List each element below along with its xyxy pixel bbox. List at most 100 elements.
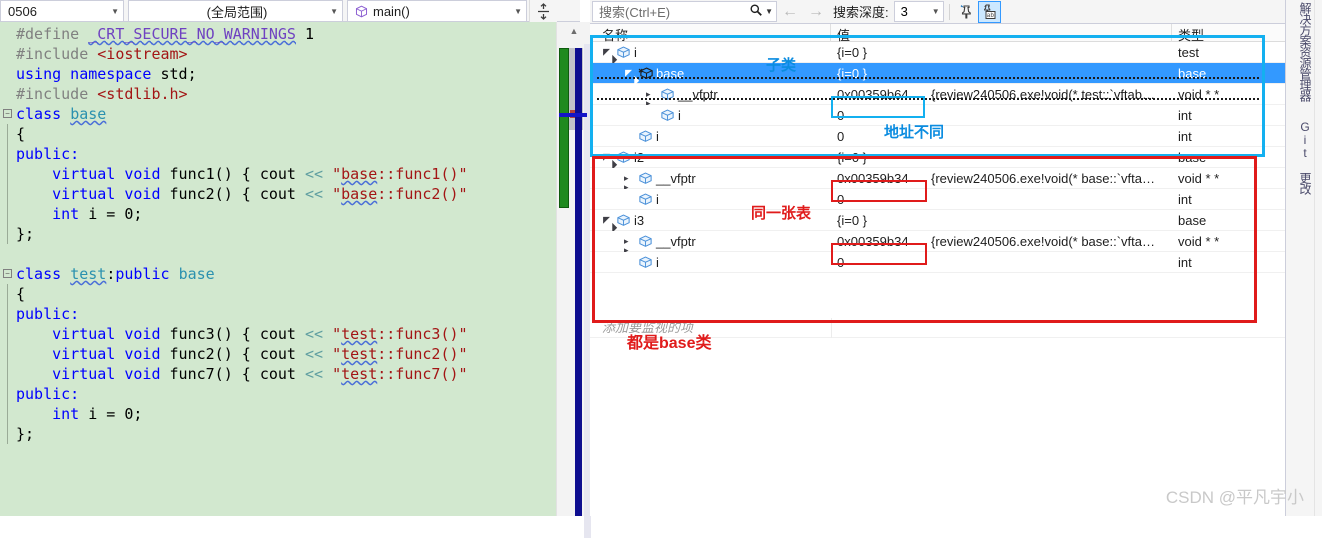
code-line: virtual void func2() { cout << "base::fu… [2, 184, 556, 204]
code-token: cout [259, 345, 305, 363]
watch-row-value-cell[interactable]: {i=0 } [831, 63, 1171, 84]
split-window-icon[interactable] [529, 0, 557, 22]
expander-expanded-icon[interactable]: ◢ [600, 214, 618, 231]
code-token: _CRT_SECURE_NO_WARNINGS [88, 25, 296, 43]
table-row[interactable]: ▸ __vfptr 0x00359b34 {review240506.exe!void… [590, 168, 1285, 189]
file-selector-combo[interactable]: 0506 ▼ [0, 0, 124, 22]
code-token: class [16, 265, 71, 283]
watch-row-value-cell[interactable]: 0x00359b64 {review240506.exe!void(* test:… [831, 84, 1171, 105]
chevron-down-icon: ▼ [514, 6, 522, 16]
search-next-button[interactable]: → [803, 3, 829, 21]
watch-row-name-cell: ▸__vfptr [590, 84, 830, 105]
change-marker-green [559, 48, 569, 208]
code-token: ::func3()" [377, 325, 468, 343]
code-line: int i = 0; [2, 404, 556, 424]
watch-row-name: i [656, 192, 659, 207]
field-cube-icon [616, 45, 631, 60]
code-line: { [2, 284, 556, 304]
code-token: func2() { [169, 345, 260, 363]
field-cube-icon [638, 234, 653, 249]
table-row[interactable]: i 0 int [590, 189, 1285, 210]
code-line: }; [2, 224, 556, 244]
expander-expanded-icon[interactable]: ◢ [600, 46, 618, 63]
watch-row-value-cell[interactable]: 0x00359b34 {review240506.exe!void(* base:… [831, 231, 1171, 252]
table-row[interactable]: ▸ __vfptr 0x00359b34 {review240506.exe!void… [590, 231, 1285, 252]
code-token: 0; [124, 405, 143, 423]
watch-row-type-cell: void * * [1172, 231, 1285, 252]
scroll-up-icon[interactable]: ▲ [563, 26, 585, 40]
watch-row-value-detail: {review240506.exe!void(* test::`vftab… [931, 87, 1156, 102]
scope-selector-combo[interactable]: (全局范围) ▼ [128, 0, 343, 22]
watch-row-type-cell: int [1172, 126, 1285, 147]
hex-display-icon[interactable]: ab [977, 0, 1001, 23]
search-depth-combo[interactable]: 3 ▼ [893, 1, 944, 22]
cube-icon [355, 5, 368, 18]
watch-row-value-detail: {review240506.exe!void(* base::`vfta… [931, 234, 1156, 249]
code-token: <stdlib.h> [97, 85, 188, 103]
code-token: class [16, 105, 71, 123]
table-row[interactable]: ▸__vfptr 0x00359b64 {review240506.exe!void… [590, 84, 1285, 105]
code-line: #include <iostream> [2, 44, 556, 64]
chevron-down-icon[interactable]: ▼ [765, 7, 773, 16]
annotation-horizontal-line [559, 113, 587, 117]
code-token: virtual void [52, 185, 170, 203]
watch-row-name-cell: i [590, 105, 830, 126]
table-row[interactable]: ◢ i {i=0 } test [590, 42, 1285, 63]
code-token: << [305, 325, 333, 343]
ann-all-base: 都是base类 [627, 335, 712, 352]
watch-row-value-cell[interactable]: {i=0 } [831, 210, 1171, 231]
expander-collapsed-icon[interactable]: ▸ [624, 237, 633, 253]
code-fold-toggle-icon[interactable]: − [3, 269, 12, 278]
indent-guide [7, 164, 8, 184]
function-selector-combo[interactable]: main() ▼ [347, 0, 527, 22]
code-token: i = [88, 205, 125, 223]
code-text-area[interactable]: #define _CRT_SECURE_NO_WARNINGS 1 #includ… [0, 22, 556, 516]
watch-variables-table[interactable]: 名称 值 类型 ◢i{i=0 }test◢base{i=0 }base▸__vf… [590, 24, 1285, 516]
code-token: " [332, 185, 342, 203]
table-row[interactable]: ◢ i3 {i=0 } base [590, 210, 1285, 231]
field-cube-icon [638, 129, 653, 144]
watch-row-name: i [656, 255, 659, 270]
code-token: func7() { [169, 365, 260, 383]
code-token: test [341, 325, 378, 343]
code-token: 0; [124, 205, 143, 223]
watch-row-value: 0x00359b34 [837, 171, 909, 186]
code-token: : [106, 265, 116, 283]
table-row[interactable]: i 0 int [590, 252, 1285, 273]
watch-row-value-cell[interactable]: 0x00359b34 {review240506.exe!void(* base:… [831, 168, 1171, 189]
code-token: base [341, 185, 378, 203]
indent-guide [7, 424, 8, 444]
expander-collapsed-icon[interactable]: ▸ [624, 174, 633, 190]
search-prev-button[interactable]: ← [777, 3, 803, 21]
watch-row-value-cell[interactable]: 0 [831, 252, 1171, 273]
watch-row-value-cell[interactable]: 0 [831, 126, 1171, 147]
code-token: { [16, 125, 26, 143]
indent-guide [7, 364, 8, 384]
watch-row-value-cell[interactable]: {i=0 } [831, 147, 1171, 168]
annotation-dotted-line-top [597, 77, 1259, 79]
watch-row-value-cell[interactable]: {i=0 } [831, 42, 1171, 63]
code-token: int [52, 205, 89, 223]
watch-row-value-cell[interactable]: 0 [831, 105, 1171, 126]
watch-row-value-cell[interactable]: 0 [831, 189, 1171, 210]
code-token: ::func2()" [377, 185, 468, 203]
search-depth-value: 3 [900, 4, 908, 19]
pin-icon[interactable] [955, 1, 978, 23]
rail-tab-git-changes[interactable]: Git 更改 [1290, 120, 1314, 194]
ann-subclass: 子类 [766, 57, 797, 74]
expander-expanded-icon[interactable]: ◢ [600, 151, 618, 168]
indent-guide [7, 324, 8, 344]
editor-vertical-scrollbar[interactable]: ▲ [556, 22, 591, 538]
code-line: public: [2, 384, 556, 404]
rail-tab-solution-explorer[interactable]: 解决方案资源管理器 [1290, 2, 1314, 101]
search-input[interactable]: 搜索(Ctrl+E) ▼ [592, 1, 777, 22]
field-cube-icon [660, 108, 675, 123]
magnifier-icon[interactable] [749, 3, 763, 20]
table-row[interactable]: ◢ i2 {i=0 } base [590, 147, 1285, 168]
code-fold-toggle-icon[interactable]: − [3, 109, 12, 118]
table-row[interactable]: ◢base{i=0 }base [590, 63, 1285, 84]
